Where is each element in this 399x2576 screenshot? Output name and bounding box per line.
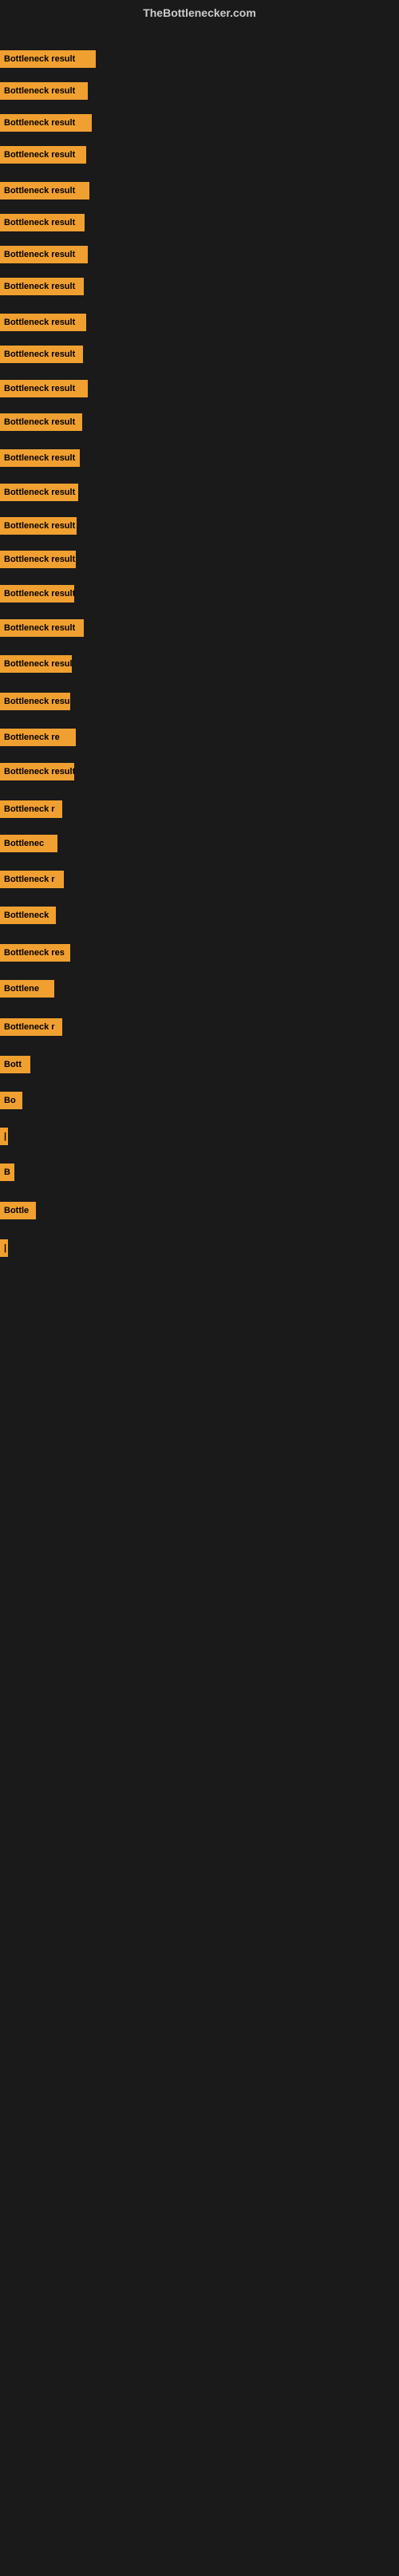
bar-label: Bottleneck result xyxy=(0,314,86,331)
bar-label: Bottleneck res xyxy=(0,944,70,962)
bar-item: Bottleneck result xyxy=(0,484,78,501)
bar-label: | xyxy=(0,1239,8,1257)
bar-label: Bottleneck result xyxy=(0,655,72,673)
bar-item: Bottleneck result xyxy=(0,114,92,132)
bar-item: Bottleneck result xyxy=(0,413,82,431)
bar-item: Bottleneck xyxy=(0,907,56,924)
bar-item: Bottleneck result xyxy=(0,346,83,363)
bar-item: Bottleneck result xyxy=(0,585,74,603)
bar-label: Bottleneck result xyxy=(0,413,82,431)
bar-label: Bottle xyxy=(0,1202,36,1219)
bar-label: Bottleneck result xyxy=(0,380,88,397)
bar-label: Bottleneck r xyxy=(0,871,64,888)
bar-item: Bottleneck result xyxy=(0,380,88,397)
bar-item: Bottleneck result xyxy=(0,655,72,673)
bar-label: Bottleneck result xyxy=(0,763,74,780)
bar-item: Bottleneck result xyxy=(0,278,84,295)
bar-item: Bottleneck r xyxy=(0,1018,62,1036)
bar-label: Bottleneck result xyxy=(0,278,84,295)
bar-label: Bottleneck result xyxy=(0,246,88,263)
bar-label: Bottleneck result xyxy=(0,50,96,68)
bar-item: Bottleneck result xyxy=(0,146,86,164)
bar-item: Bo xyxy=(0,1092,22,1109)
bar-item: | xyxy=(0,1239,8,1257)
bar-label: Bottleneck result xyxy=(0,484,78,501)
bar-label: Bottleneck result xyxy=(0,146,86,164)
bar-item: Bott xyxy=(0,1056,30,1073)
bar-label: Bottleneck result xyxy=(0,214,85,231)
bar-item: Bottleneck result xyxy=(0,182,89,200)
bar-label: Bottleneck result xyxy=(0,693,70,710)
bar-item: Bottleneck result xyxy=(0,517,77,535)
bar-item: Bottleneck result xyxy=(0,314,86,331)
bar-label: Bott xyxy=(0,1056,30,1073)
bar-label: | xyxy=(0,1128,8,1145)
site-title: TheBottlenecker.com xyxy=(0,0,399,22)
bar-item: Bottleneck result xyxy=(0,449,80,467)
bar-item: Bottleneck result xyxy=(0,551,76,568)
bar-item: | xyxy=(0,1128,8,1145)
bar-label: Bottleneck result xyxy=(0,114,92,132)
bar-label: Bottleneck result xyxy=(0,517,77,535)
bar-label: Bottleneck r xyxy=(0,1018,62,1036)
bar-label: Bottleneck result xyxy=(0,619,84,637)
bar-item: Bottleneck r xyxy=(0,871,64,888)
bar-label: Bottleneck r xyxy=(0,800,62,818)
bar-item: Bottleneck result xyxy=(0,214,85,231)
bar-item: Bottleneck r xyxy=(0,800,62,818)
bar-item: Bottle xyxy=(0,1202,36,1219)
bar-item: Bottlene xyxy=(0,980,54,998)
bar-label: Bottleneck xyxy=(0,907,56,924)
bar-item: Bottleneck res xyxy=(0,944,70,962)
bar-label: Bottleneck result xyxy=(0,346,83,363)
bar-item: Bottleneck result xyxy=(0,82,88,100)
bar-label: B xyxy=(0,1164,14,1181)
bar-item: Bottleneck re xyxy=(0,729,76,746)
bar-label: Bottleneck re xyxy=(0,729,76,746)
bar-label: Bottleneck result xyxy=(0,182,89,200)
bar-label: Bottleneck result xyxy=(0,585,74,603)
bar-label: Bottleneck result xyxy=(0,551,76,568)
bar-label: Bottleneck result xyxy=(0,82,88,100)
bar-item: Bottleneck result xyxy=(0,763,74,780)
bar-item: Bottleneck result xyxy=(0,50,96,68)
bar-label: Bottleneck result xyxy=(0,449,80,467)
bar-label: Bottlene xyxy=(0,980,54,998)
bar-item: Bottleneck result xyxy=(0,619,84,637)
bar-item: Bottlenec xyxy=(0,835,57,852)
bar-item: Bottleneck result xyxy=(0,246,88,263)
bar-label: Bottlenec xyxy=(0,835,57,852)
bar-item: Bottleneck result xyxy=(0,693,70,710)
bar-item: B xyxy=(0,1164,14,1181)
chart-container: Bottleneck result Bottleneck result Bottle… xyxy=(0,22,399,2576)
bar-label: Bo xyxy=(0,1092,22,1109)
